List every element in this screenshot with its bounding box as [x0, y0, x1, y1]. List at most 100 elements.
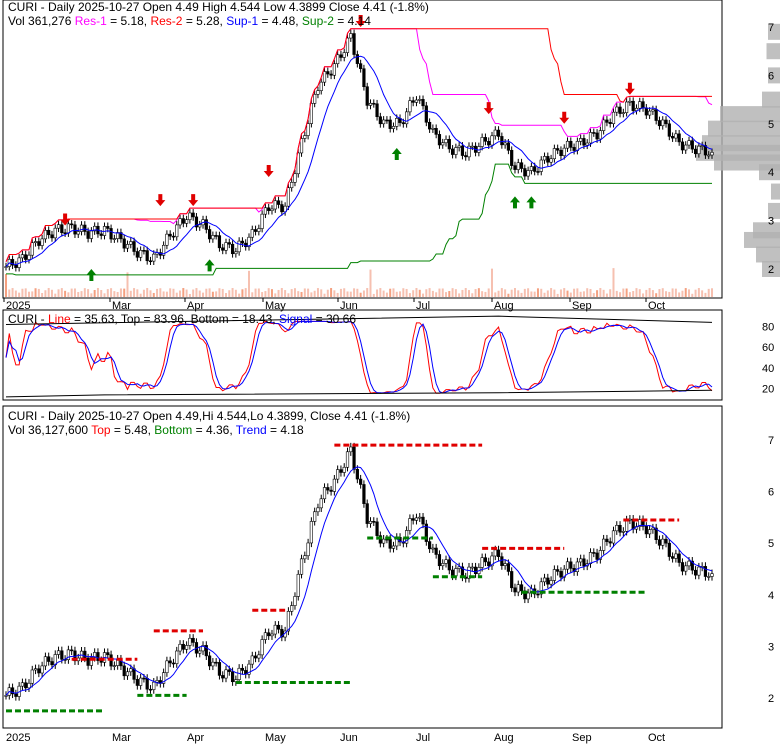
- volume-profile-bar: [702, 135, 780, 152]
- trend-candle-body: [175, 650, 179, 664]
- trend-candle-body: [408, 518, 412, 531]
- sell-arrow-icon: [559, 111, 570, 124]
- trend-candle-body: [322, 487, 327, 500]
- volume-bar: [231, 288, 234, 297]
- trend-x-tick-label: Jul: [416, 732, 430, 744]
- main-candle-body: [132, 241, 136, 252]
- volume-bar: [520, 292, 523, 297]
- trend-candle-body: [198, 650, 202, 654]
- volume-bar: [333, 290, 336, 297]
- trend-x-tick-label: Oct: [648, 732, 665, 744]
- trend-candle-body: [611, 530, 616, 544]
- main-candle-body: [582, 138, 586, 146]
- trend-candle-body: [86, 657, 90, 666]
- stoch-y-tick-label: 20: [762, 384, 774, 396]
- volume-bar: [688, 289, 691, 297]
- main-candle-body: [503, 142, 507, 146]
- trend-candle-body: [418, 516, 422, 519]
- volume-profile-bar: [771, 183, 780, 200]
- trend-candle-body: [602, 538, 606, 551]
- stochastic-legend: CURI - Line = 35.63, Top = 83.96, Bottom…: [8, 312, 356, 326]
- volume-bar: [582, 291, 585, 297]
- trend-candle-body: [513, 587, 517, 593]
- main-candle-body: [125, 244, 130, 249]
- volume-bar: [622, 288, 625, 297]
- main-candle-body: [217, 235, 222, 249]
- volume-bar: [576, 288, 579, 297]
- volume-bar: [481, 291, 484, 297]
- trend-candle-body: [345, 451, 350, 468]
- trend-candle-body: [40, 665, 44, 674]
- trend-candle-body: [569, 561, 573, 569]
- main-candle-body: [677, 133, 681, 143]
- volume-bar: [198, 290, 201, 297]
- volume-bar: [238, 293, 241, 297]
- main-candle-body: [549, 158, 553, 163]
- main-candle-body: [342, 52, 346, 58]
- main-candle-body: [240, 240, 245, 244]
- main-candle-body: [293, 173, 297, 183]
- volume-bar: [500, 288, 503, 297]
- trend-candle-body: [595, 552, 599, 560]
- volume-bar: [707, 288, 710, 297]
- volume-bar: [605, 293, 608, 297]
- volume-bar: [573, 288, 576, 297]
- volume-bar: [632, 291, 635, 297]
- main-candle-body: [434, 128, 438, 135]
- main-candle-body: [648, 110, 652, 116]
- trend-candle-body: [316, 507, 320, 513]
- trend-y-tick-label: 2: [768, 693, 774, 705]
- trend-candle-body: [267, 632, 271, 637]
- main-candle-body: [382, 119, 386, 125]
- trend-candle-body: [129, 668, 133, 673]
- main-candle-body: [165, 233, 169, 246]
- volume-bar: [382, 290, 385, 297]
- trend-candle-body: [496, 549, 501, 557]
- main-candle-body: [661, 119, 665, 127]
- main-candle-body: [319, 81, 323, 91]
- main-x-tick-label: Mar: [112, 300, 131, 312]
- sell-arrow-icon: [483, 102, 494, 115]
- main-candle-body: [700, 145, 704, 147]
- trend-candle-body: [37, 668, 41, 674]
- volume-bar: [208, 288, 211, 297]
- main-candle-body: [66, 223, 70, 234]
- trend-candle-body: [207, 655, 212, 667]
- main-candle-body: [86, 231, 90, 239]
- trend-candle-body: [27, 682, 31, 689]
- stoch-y-tick-label: 80: [762, 322, 774, 334]
- main-candle-body: [490, 135, 494, 146]
- buy-arrow-icon: [509, 196, 520, 209]
- trend-candle-body: [250, 655, 254, 665]
- trend-candle-body: [516, 584, 520, 593]
- main-candle-body: [188, 212, 192, 221]
- volume-bar: [320, 289, 323, 297]
- main-candle-body: [76, 231, 80, 235]
- main-candle-body: [290, 182, 294, 189]
- volume-bar: [336, 292, 339, 297]
- trend-candle-body: [470, 566, 474, 569]
- volume-bar: [392, 288, 395, 297]
- main-candle-body: [106, 226, 110, 229]
- res2-label: Res-2: [150, 14, 183, 28]
- volume-bar: [697, 288, 700, 297]
- trend-y-tick-label: 5: [768, 538, 774, 550]
- trend-candle-body: [667, 542, 671, 557]
- trend-candle-body: [293, 596, 297, 606]
- volume-bar: [619, 292, 622, 297]
- trend-candle-body: [355, 469, 359, 480]
- trend-x-tick-label: Mar: [112, 732, 131, 744]
- volume-bar: [658, 289, 661, 297]
- volume-bar: [399, 291, 402, 297]
- volume-bar: [356, 288, 359, 297]
- main-candle-body: [273, 200, 277, 210]
- main-candle-body: [329, 73, 333, 76]
- volume-bar: [8, 289, 11, 297]
- main-candle-body: [552, 148, 556, 160]
- trend-candle-body: [693, 569, 698, 576]
- trend-candle-body: [221, 675, 225, 679]
- trend-candle-body: [191, 637, 195, 643]
- stoch-line-label: Line: [48, 312, 71, 326]
- trend-panel-title: CURI - Daily 2025-10-27 Open 4.49,Hi 4.5…: [8, 409, 411, 423]
- main-candle-body: [145, 250, 149, 262]
